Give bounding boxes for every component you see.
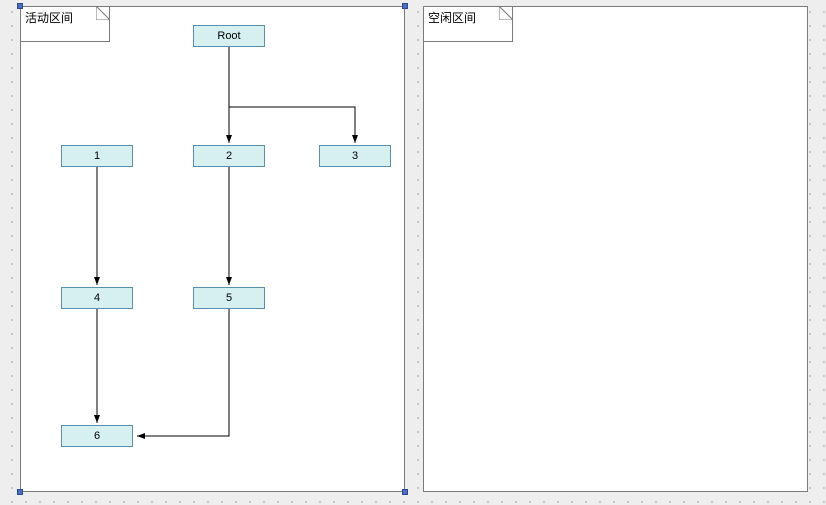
node-label: 1 <box>94 150 100 162</box>
node-label: Root <box>217 30 240 42</box>
node-label: 2 <box>226 150 232 162</box>
selection-handle-tl[interactable] <box>17 3 23 9</box>
node-5[interactable]: 5 <box>193 287 265 309</box>
fold-corner-icon <box>96 6 110 20</box>
node-label: 5 <box>226 292 232 304</box>
panel-title-left: 活动区间 <box>25 9 73 26</box>
panel-tab-left: 活动区间 <box>20 6 110 42</box>
node-root[interactable]: Root <box>193 25 265 47</box>
panel-tab-right: 空闲区间 <box>423 6 513 42</box>
idle-area-panel[interactable]: 空闲区间 <box>423 6 808 492</box>
node-label: 3 <box>352 150 358 162</box>
node-6[interactable]: 6 <box>61 425 133 447</box>
node-label: 4 <box>94 292 100 304</box>
active-area-panel[interactable]: 活动区间 Root 1 2 3 4 5 6 <box>20 6 405 492</box>
node-2[interactable]: 2 <box>193 145 265 167</box>
diagram-edges <box>21 7 404 491</box>
selection-handle-tr[interactable] <box>402 3 408 9</box>
panel-title-right: 空闲区间 <box>428 9 476 26</box>
selection-handle-br[interactable] <box>402 489 408 495</box>
fold-corner-icon <box>499 6 513 20</box>
selection-handle-bl[interactable] <box>17 489 23 495</box>
node-3[interactable]: 3 <box>319 145 391 167</box>
node-1[interactable]: 1 <box>61 145 133 167</box>
node-4[interactable]: 4 <box>61 287 133 309</box>
node-label: 6 <box>94 430 100 442</box>
